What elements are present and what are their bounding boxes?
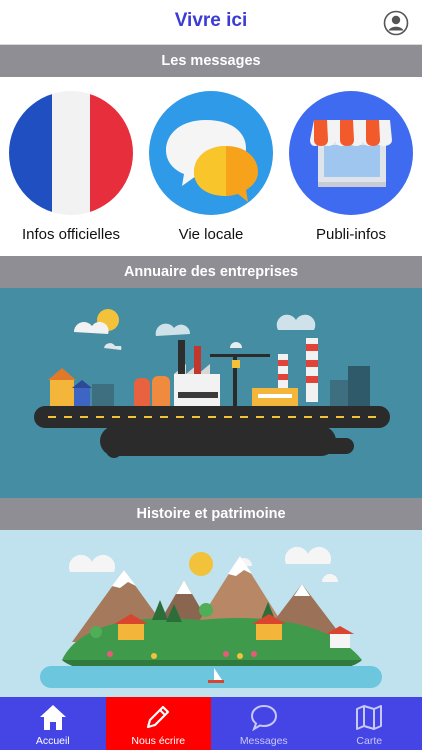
directory-banner[interactable] xyxy=(0,288,422,498)
tab-carte-label: Carte xyxy=(356,735,383,747)
industrial-city-illustration xyxy=(34,309,390,458)
publi-infos-label: Publi-infos xyxy=(315,226,387,243)
map-icon xyxy=(356,705,383,730)
messages-row: Infos officielles Vie locale Publi-infos xyxy=(0,78,422,256)
tab-bar: Accueil Nous écrire Messages Carte xyxy=(0,697,422,750)
mountain-village-illustration xyxy=(40,546,382,688)
infos-officielles-button[interactable]: Infos officielles xyxy=(6,90,136,250)
vie-locale-button[interactable]: Vie locale xyxy=(146,90,276,250)
storefront-icon xyxy=(289,91,413,215)
pencil-icon xyxy=(147,705,170,729)
section-header-heritage: Histoire et patrimoine xyxy=(0,498,422,530)
publi-infos-button[interactable]: Publi-infos xyxy=(286,90,416,250)
user-circle-icon[interactable] xyxy=(383,10,409,36)
section-header-directory: Annuaire des entreprises xyxy=(0,256,422,288)
tab-accueil-label: Accueil xyxy=(35,735,70,747)
tab-accueil[interactable]: Accueil xyxy=(0,697,106,750)
page-title: Vivre ici xyxy=(174,10,248,31)
tab-messages-label: Messages xyxy=(239,735,288,747)
chat-bubbles-icon xyxy=(149,91,273,215)
tab-messages[interactable]: Messages xyxy=(211,697,317,750)
tab-nous-ecrire[interactable]: Nous écrire xyxy=(105,697,211,750)
tab-nous-ecrire-label: Nous écrire xyxy=(131,735,186,747)
french-flag-icon xyxy=(9,91,133,215)
tab-carte[interactable]: Carte xyxy=(317,697,422,750)
section-header-messages: Les messages xyxy=(0,45,422,77)
heritage-banner[interactable] xyxy=(0,530,422,697)
chat-icon xyxy=(250,704,277,731)
home-icon xyxy=(39,705,66,730)
app-header: Vivre ici xyxy=(0,0,422,45)
vie-locale-label: Vie locale xyxy=(178,226,244,243)
infos-officielles-label: Infos officielles xyxy=(21,226,121,243)
